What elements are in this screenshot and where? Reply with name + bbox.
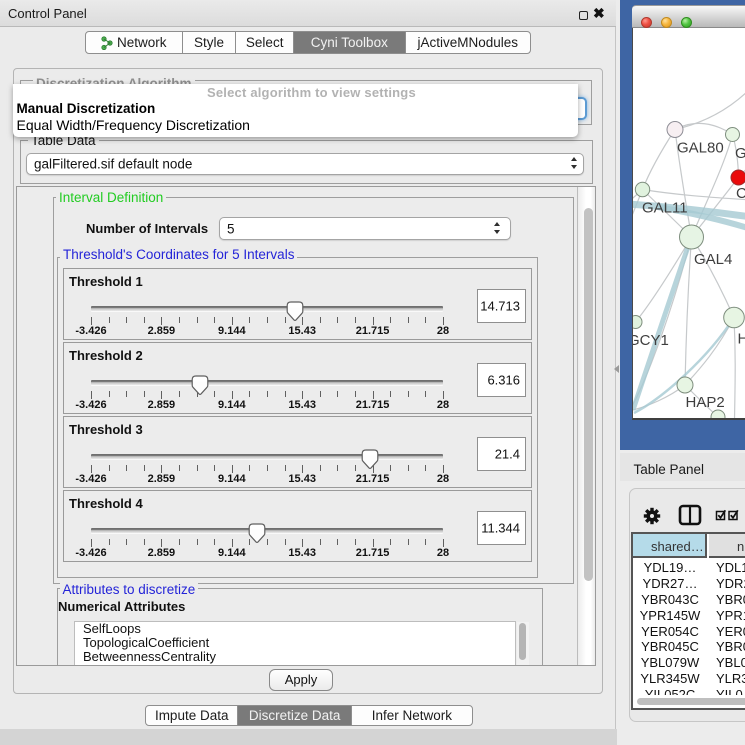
svg-text:GAL11: GAL11 bbox=[642, 200, 688, 217]
svg-text:GAL80: GAL80 bbox=[677, 140, 724, 157]
svg-text:GAL4: GAL4 bbox=[694, 251, 732, 268]
svg-text:H: H bbox=[738, 331, 745, 348]
svg-text:GCY1: GCY1 bbox=[633, 332, 669, 349]
svg-text:C: C bbox=[736, 185, 745, 202]
svg-text:GA: GA bbox=[735, 145, 745, 162]
svg-text:HAP2: HAP2 bbox=[686, 394, 725, 411]
